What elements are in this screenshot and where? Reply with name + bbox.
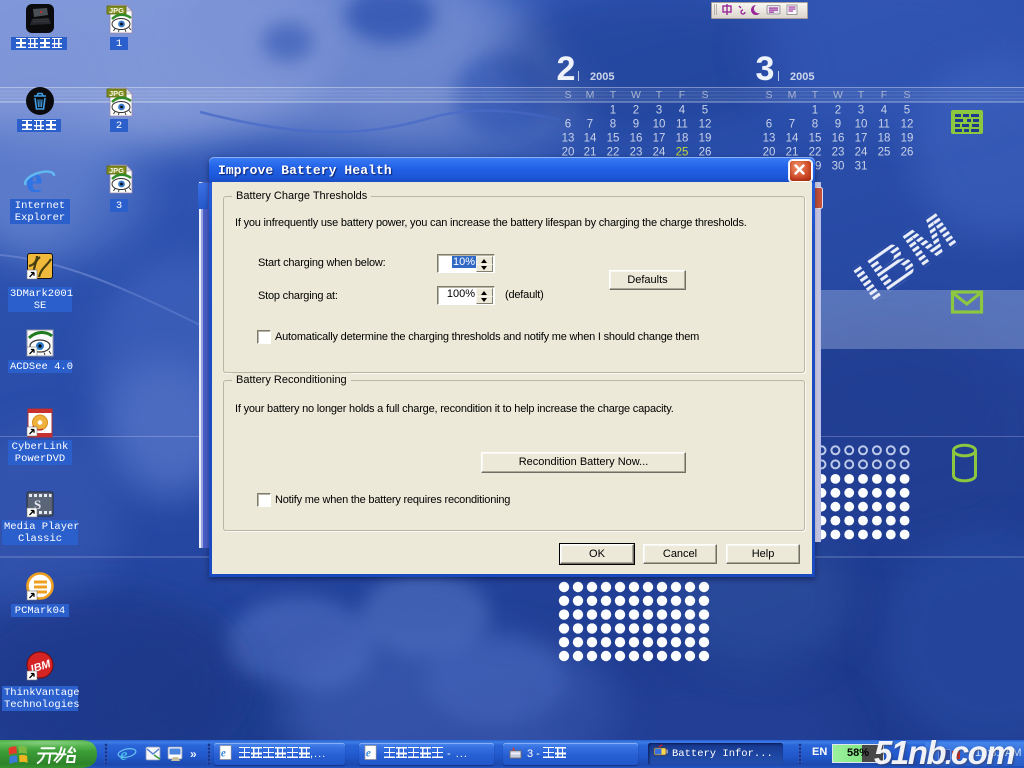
svg-text:17: 17: [855, 133, 868, 145]
svg-text:e: e: [221, 747, 226, 759]
svg-text:3: 3: [858, 105, 864, 117]
svg-text:11: 11: [676, 119, 688, 131]
svg-text:5: 5: [904, 105, 910, 117]
svg-text:2005: 2005: [790, 71, 814, 83]
svg-text:12: 12: [901, 119, 914, 131]
svg-text:S: S: [765, 89, 772, 101]
svg-text:19: 19: [699, 133, 712, 145]
svg-text:15: 15: [809, 133, 822, 145]
svg-text:30: 30: [832, 161, 845, 173]
svg-text:2: 2: [557, 50, 576, 88]
svg-text:S: S: [701, 89, 708, 101]
svg-text:7: 7: [789, 119, 795, 131]
svg-text:11: 11: [878, 119, 890, 131]
svg-text:W: W: [833, 89, 843, 101]
svg-text:W: W: [631, 89, 641, 101]
svg-text:12: 12: [699, 119, 712, 131]
svg-text:1: 1: [812, 105, 818, 117]
svg-text:1: 1: [610, 105, 616, 117]
svg-text:16: 16: [630, 133, 643, 145]
svg-text:T: T: [610, 89, 617, 101]
svg-text:5: 5: [702, 105, 708, 117]
svg-text:2005: 2005: [590, 71, 614, 83]
svg-text:e: e: [120, 745, 128, 764]
svg-text:13: 13: [763, 133, 776, 145]
svg-text:14: 14: [786, 133, 799, 145]
svg-text:»: »: [190, 747, 197, 761]
svg-text:T: T: [656, 89, 663, 101]
svg-text:17: 17: [653, 133, 666, 145]
svg-text:9: 9: [835, 119, 841, 131]
svg-text:e: e: [366, 747, 371, 759]
svg-text:2: 2: [835, 105, 841, 117]
svg-text:8: 8: [610, 119, 616, 131]
svg-text:19: 19: [901, 133, 914, 145]
svg-text:25: 25: [878, 147, 891, 159]
svg-text:F: F: [881, 89, 887, 101]
svg-text:3: 3: [656, 105, 662, 117]
svg-text:S: S: [564, 89, 571, 101]
svg-text:M: M: [586, 89, 595, 101]
svg-text:4: 4: [881, 105, 888, 117]
svg-text:3: 3: [756, 50, 775, 88]
svg-text:8: 8: [812, 119, 818, 131]
svg-text:31: 31: [855, 161, 868, 173]
svg-text:6: 6: [565, 119, 571, 131]
svg-text:18: 18: [676, 133, 689, 145]
svg-text:6: 6: [766, 119, 772, 131]
svg-text:10: 10: [855, 119, 868, 131]
svg-text:M: M: [788, 89, 797, 101]
svg-text:23: 23: [832, 147, 845, 159]
svg-text:T: T: [858, 89, 865, 101]
svg-text:9: 9: [633, 119, 639, 131]
svg-text:2: 2: [633, 105, 639, 117]
svg-text:14: 14: [584, 133, 597, 145]
svg-text:T: T: [812, 89, 819, 101]
svg-text:10: 10: [653, 119, 666, 131]
svg-text:24: 24: [855, 147, 868, 159]
svg-text:F: F: [679, 89, 685, 101]
svg-text:4: 4: [679, 105, 686, 117]
svg-text:16: 16: [832, 133, 845, 145]
svg-text:13: 13: [562, 133, 575, 145]
svg-text:26: 26: [901, 147, 914, 159]
svg-text:18: 18: [878, 133, 891, 145]
svg-text:15: 15: [607, 133, 620, 145]
svg-text:S: S: [903, 89, 910, 101]
svg-text:7: 7: [587, 119, 593, 131]
